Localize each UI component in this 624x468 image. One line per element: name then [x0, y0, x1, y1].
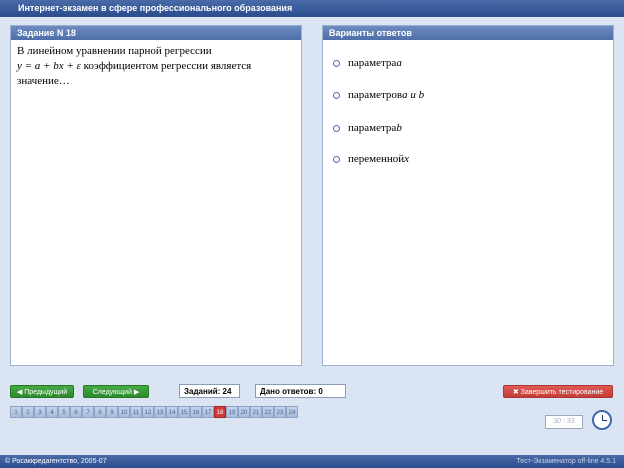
finish-test-button[interactable]: ✖ Завершить тестирование [503, 385, 613, 398]
app-version: Тест-Экзаменатор off-line 4.5.1 [516, 458, 616, 465]
radio-icon[interactable] [333, 155, 340, 163]
question-text: В линейном уравнении парной регрессии y … [11, 40, 301, 93]
question-line-1: В линейном уравнении парной регрессии [17, 45, 212, 57]
task-11[interactable]: 11 [130, 406, 142, 418]
answer-option-4[interactable]: переменной x [333, 153, 409, 165]
status-bar: © Росаккредагентство, 2005-07 Тест-Экзам… [0, 455, 624, 468]
radio-icon[interactable] [333, 124, 340, 132]
task-20[interactable]: 20 [238, 406, 250, 418]
task-3[interactable]: 3 [34, 406, 46, 418]
task-9[interactable]: 9 [106, 406, 118, 418]
task-7[interactable]: 7 [82, 406, 94, 418]
prev-button[interactable]: ◀ Предыдущий [10, 385, 74, 398]
answer-option-2-var: a и b [402, 89, 425, 101]
task-2[interactable]: 2 [22, 406, 34, 418]
radio-icon[interactable] [333, 91, 340, 99]
answered-count: Дано ответов: 0 [255, 384, 346, 398]
task-navigator: 1 2 3 4 5 6 7 8 9 10 11 12 13 14 15 16 17 18 19 20 21 22 23 24 [10, 406, 298, 418]
task-24[interactable]: 24 [286, 406, 298, 418]
answer-option-4-text: переменной [348, 153, 405, 165]
task-15[interactable]: 15 [178, 406, 190, 418]
question-line-3: значение… [17, 75, 70, 87]
copyright: © Росаккредагентство, 2005-07 [5, 458, 107, 465]
task-17[interactable]: 17 [202, 406, 214, 418]
task-13[interactable]: 13 [154, 406, 166, 418]
window-title: Интернет-экзамен в сфере профессионально… [0, 0, 624, 17]
task-12[interactable]: 12 [142, 406, 154, 418]
answers-header: Варианты ответов [323, 26, 613, 40]
question-line-2: y = a + bx + ε коэффициентом регрессии я… [17, 59, 295, 74]
answer-option-4-var: x [404, 153, 410, 165]
task-14[interactable]: 14 [166, 406, 178, 418]
task-21[interactable]: 21 [250, 406, 262, 418]
clock-icon [592, 410, 612, 430]
task-8[interactable]: 8 [94, 406, 106, 418]
task-18[interactable]: 18 [214, 406, 226, 418]
task-4[interactable]: 4 [46, 406, 58, 418]
question-panel: Задание N 18 В линейном уравнении парной… [10, 25, 302, 366]
task-10[interactable]: 10 [118, 406, 130, 418]
answers-panel: Варианты ответов параметра a параметров … [322, 25, 614, 366]
answer-option-2[interactable]: параметров a и b [333, 89, 424, 101]
tasks-count: Заданий: 24 [179, 384, 240, 398]
answer-option-3-var: b [396, 122, 402, 134]
task-5[interactable]: 5 [58, 406, 70, 418]
answer-option-2-text: параметров [348, 89, 403, 101]
question-line-2-text: коэффициентом регрессии является [80, 60, 252, 72]
task-22[interactable]: 22 [262, 406, 274, 418]
radio-icon[interactable] [333, 59, 340, 67]
question-header: Задание N 18 [11, 26, 301, 40]
answer-option-1[interactable]: параметра a [333, 57, 402, 69]
answer-option-1-var: a [396, 57, 402, 69]
timer: 30 : 33 [545, 415, 583, 429]
task-23[interactable]: 23 [274, 406, 286, 418]
answer-option-3-text: параметра [348, 122, 397, 134]
regression-formula: y = a + bx + ε [17, 60, 81, 72]
task-6[interactable]: 6 [70, 406, 82, 418]
task-16[interactable]: 16 [190, 406, 202, 418]
task-19[interactable]: 19 [226, 406, 238, 418]
answer-option-3[interactable]: параметра b [333, 122, 402, 134]
answer-option-1-text: параметра [348, 57, 397, 69]
task-1[interactable]: 1 [10, 406, 22, 418]
next-button[interactable]: Следующий ▶ [83, 385, 149, 398]
